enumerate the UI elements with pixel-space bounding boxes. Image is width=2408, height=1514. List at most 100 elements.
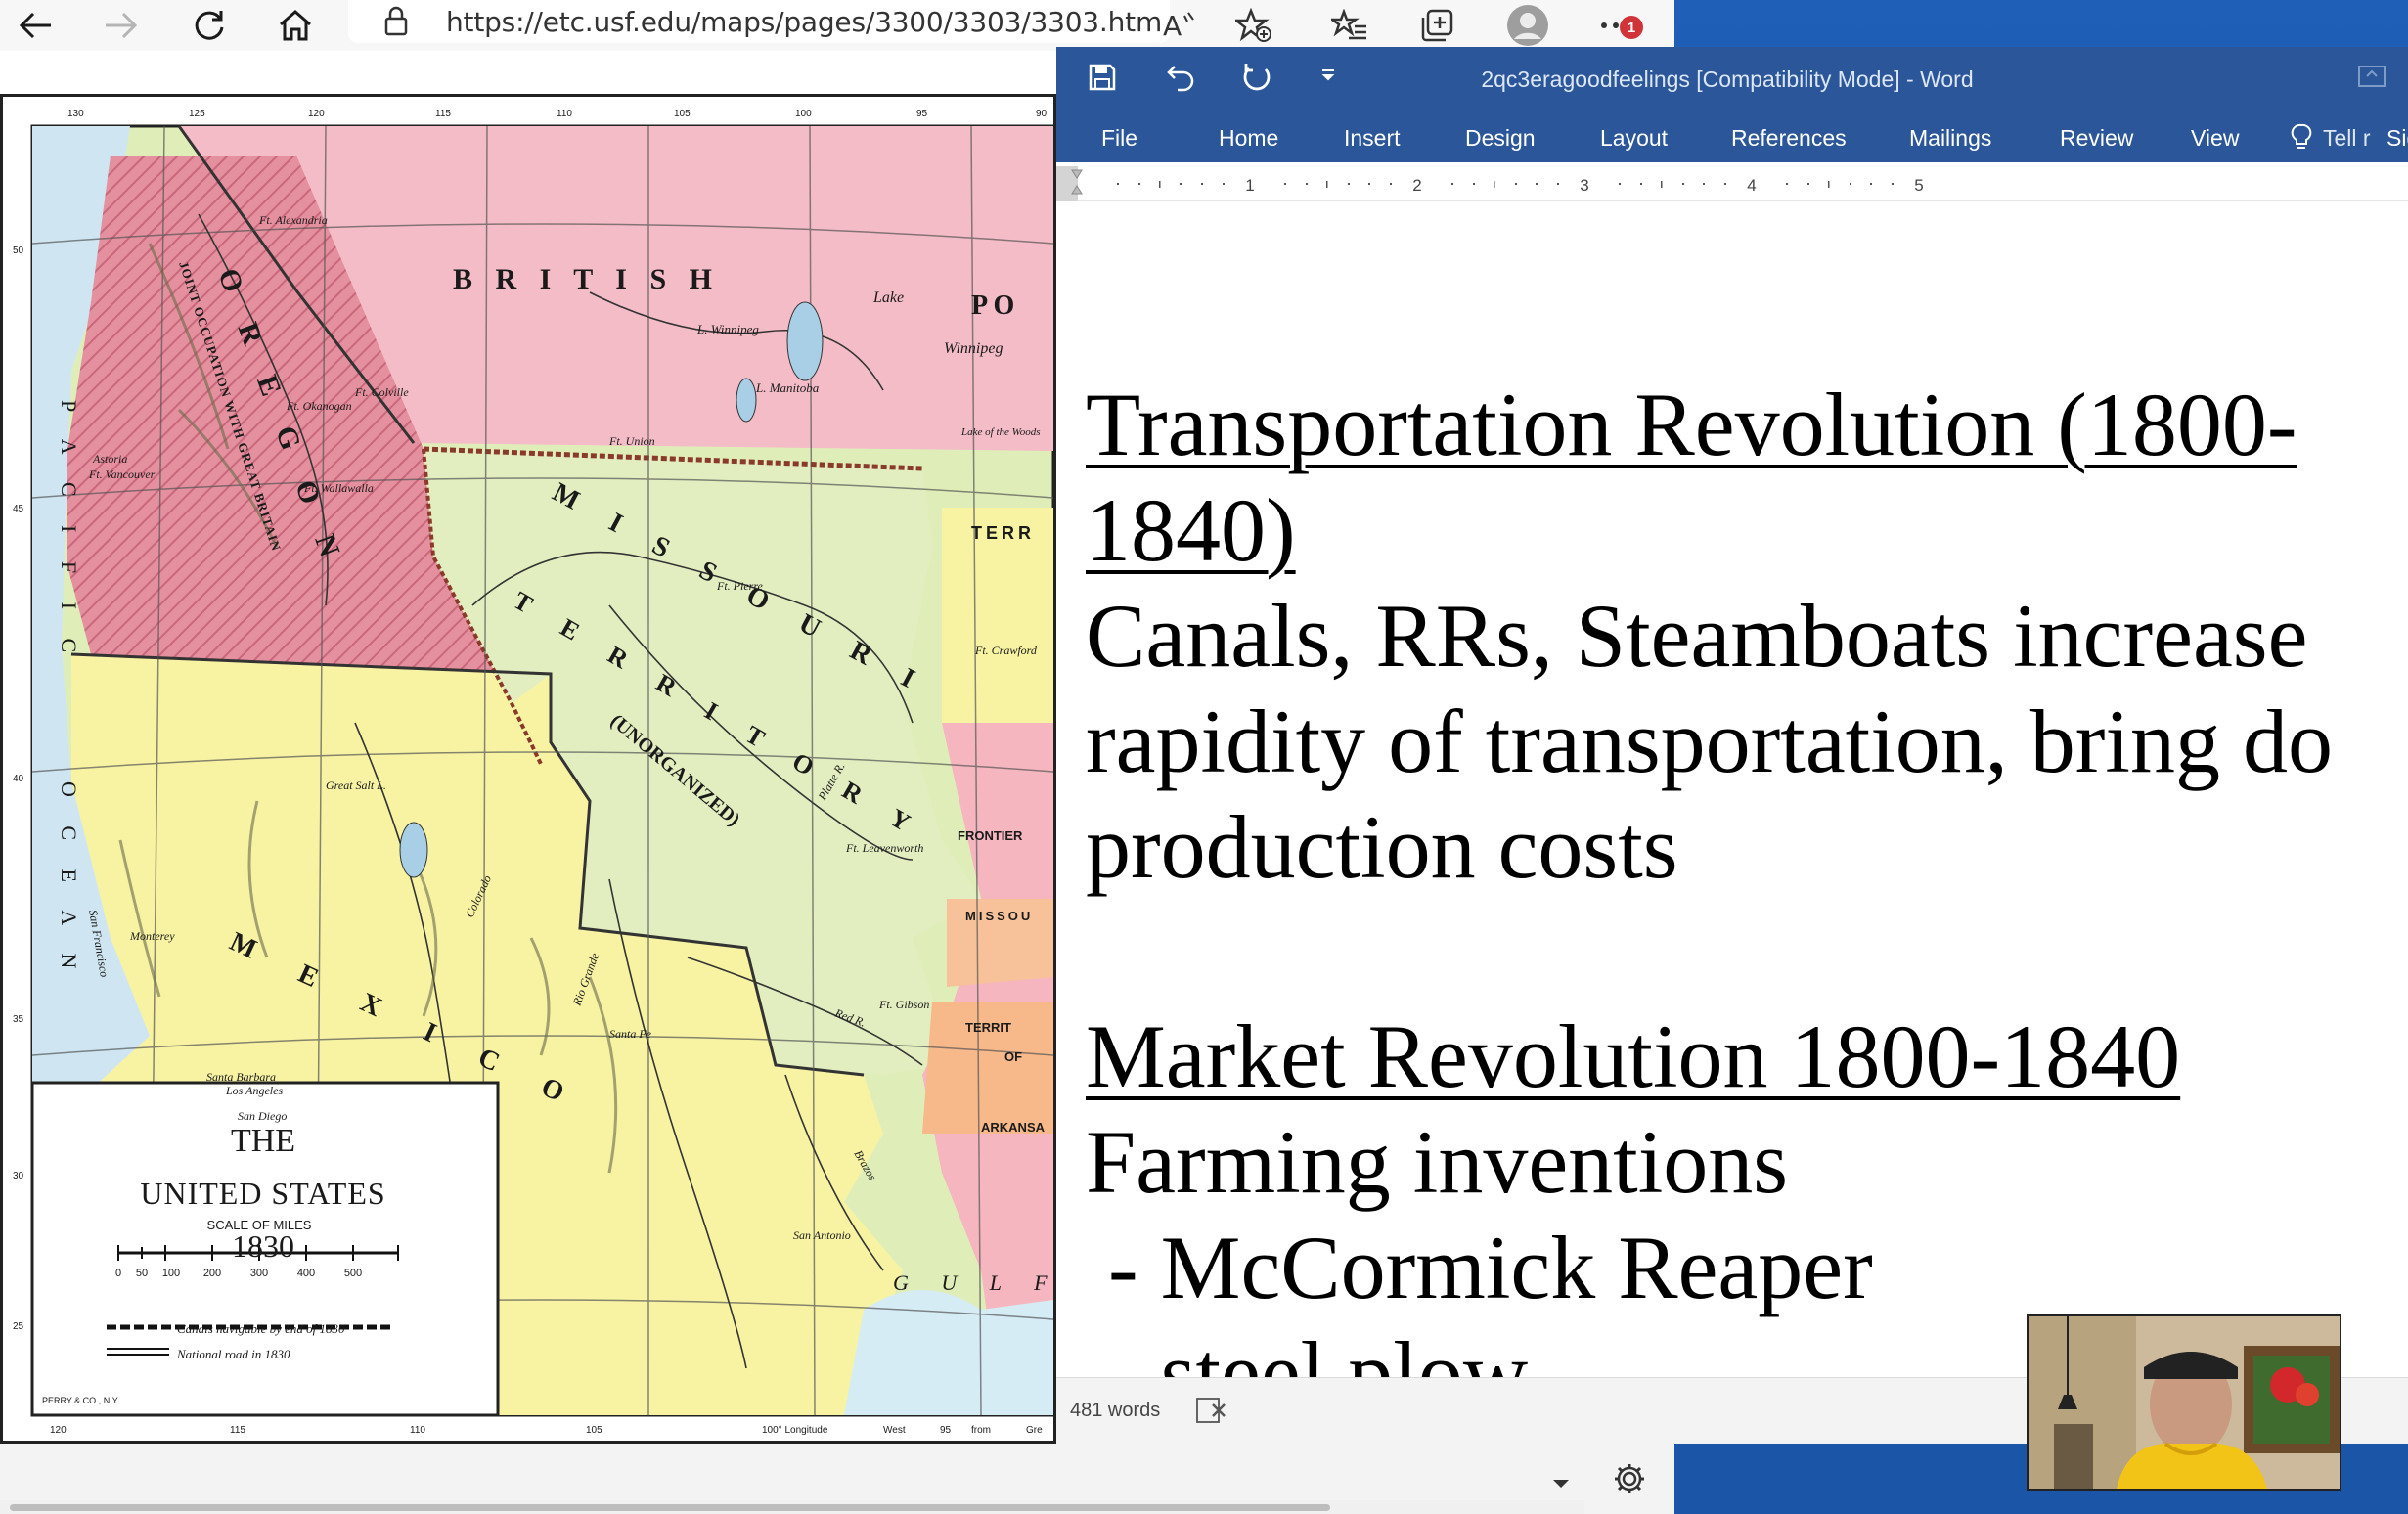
list-item-reaper[interactable]: - McCormick Reaper — [1086, 1223, 1873, 1313]
lon-tick: 95 — [916, 109, 928, 119]
home-icon[interactable] — [268, 4, 323, 47]
tab-review[interactable]: Review — [2060, 125, 2133, 152]
scrollbar-thumb[interactable] — [10, 1504, 1330, 1511]
word-window: 2qc3eragoodfeelings [Compatibility Mode]… — [1056, 47, 2408, 1444]
scale-tick: 100 — [162, 1268, 180, 1279]
lat-tick: 30 — [13, 1171, 24, 1181]
lon-tick-bottom: 100° Longitude — [762, 1425, 828, 1436]
tell-me-search[interactable]: Tell r — [2323, 125, 2371, 152]
document-body[interactable]: Transportation Revolution (1800- 1840) C… — [1056, 201, 2408, 1424]
label-ft-okanogan: Ft. Okanogan — [286, 399, 352, 413]
svg-text:A: A — [1163, 10, 1182, 41]
lon-tick-bottom: Gre — [1026, 1425, 1043, 1436]
address-bar[interactable]: https://etc.usf.edu/maps/pages/3300/3303… — [348, 0, 1170, 43]
label-ocean: O C E A N — [57, 781, 81, 980]
webcam-video-overlay — [2027, 1314, 2341, 1491]
lon-tick-bottom: 105 — [586, 1425, 602, 1436]
label-monterey: Monterey — [129, 929, 175, 943]
lon-tick-bottom: 120 — [50, 1425, 67, 1436]
ruler-number: 5 — [1914, 176, 1923, 195]
lightbulb-icon[interactable] — [2291, 123, 2312, 157]
label-santa-fe: Santa Fe — [609, 1027, 652, 1041]
undo-icon[interactable] — [1166, 63, 1197, 97]
add-favorite-icon[interactable] — [1226, 4, 1281, 47]
tab-file[interactable]: File — [1101, 125, 1137, 152]
lon-tick: 115 — [435, 109, 451, 119]
ruler-number: 3 — [1580, 176, 1588, 195]
heading-market-revolution[interactable]: Market Revolution 1800-1840 — [1086, 1011, 2180, 1101]
label-territ: TERRIT — [965, 1020, 1011, 1035]
publisher-credit: PERRY & CO., N.Y. — [42, 1396, 119, 1405]
label-terr: TERR — [971, 523, 1035, 543]
historical-map-image: THE UNITED STATES 1830 SCALE OF MILES 0 … — [0, 94, 1056, 1444]
paragraph-farming-inventions[interactable]: Farming inventions — [1086, 1117, 1788, 1207]
tab-view[interactable]: View — [2191, 125, 2239, 152]
heading-transportation-line1[interactable]: Transportation Revolution (1800- — [1086, 379, 2297, 469]
lon-tick: 125 — [189, 109, 205, 119]
forward-icon[interactable] — [94, 4, 149, 47]
heading-transportation-line2[interactable]: 1840) — [1086, 485, 1296, 575]
back-icon[interactable] — [8, 4, 63, 47]
ribbon-display-icon[interactable] — [2357, 65, 2386, 93]
horizontal-ruler[interactable]: 1 2 3 4 5 — [1056, 166, 2408, 201]
lon-tick-bottom: 110 — [410, 1425, 425, 1436]
label-santa-barbara: Santa Barbara — [206, 1070, 276, 1084]
lon-tick-bottom: from — [971, 1425, 991, 1436]
gear-icon[interactable] — [1584, 1444, 1674, 1514]
browser-toolbar: https://etc.usf.edu/maps/pages/3300/3303… — [0, 0, 1674, 51]
chevron-down-icon[interactable] — [1549, 1475, 1577, 1498]
ruler-number: 4 — [1747, 176, 1756, 195]
profile-avatar-icon[interactable] — [1500, 4, 1555, 47]
tab-references[interactable]: References — [1731, 125, 1847, 152]
tab-design[interactable]: Design — [1465, 125, 1536, 152]
scale-tick: 500 — [344, 1268, 362, 1279]
label-ft-crawford: Ft. Crawford — [974, 644, 1038, 657]
scale-tick: 300 — [250, 1268, 268, 1279]
lon-tick-bottom: 115 — [230, 1425, 245, 1436]
refresh-icon[interactable] — [182, 4, 237, 47]
label-winnipeg: Winnipeg — [944, 340, 1003, 357]
paragraph-transportation-line1[interactable]: Canals, RRs, Steamboats increase — [1086, 591, 2307, 681]
lon-tick: 100 — [795, 109, 812, 119]
lat-tick: 45 — [13, 504, 24, 514]
label-ft-leavenworth: Ft. Leavenworth — [845, 841, 923, 855]
label-po: P O — [971, 290, 1014, 321]
label-los-angeles: Los Angeles — [225, 1084, 283, 1097]
read-aloud-icon[interactable]: A — [1154, 4, 1209, 47]
favorites-icon[interactable] — [1322, 4, 1377, 47]
tab-home[interactable]: Home — [1219, 125, 1278, 152]
url-text[interactable]: https://etc.usf.edu/maps/pages/3300/3303… — [446, 6, 1162, 38]
label-san-diego: San Diego — [238, 1109, 287, 1123]
scale-tick: 0 — [115, 1268, 121, 1279]
tab-insert[interactable]: Insert — [1344, 125, 1401, 152]
tab-layout[interactable]: Layout — [1600, 125, 1668, 152]
map-title-year: 1830 — [232, 1228, 294, 1264]
label-san-antonio: San Antonio — [793, 1228, 851, 1242]
lock-icon[interactable] — [383, 6, 409, 42]
label-pacific: P A C I F I C — [57, 400, 81, 664]
label-lake-manitoba: L. Manitoba — [755, 380, 820, 395]
lon-tick: 110 — [557, 109, 572, 119]
label-lake: Lake — [872, 289, 904, 306]
paragraph-transportation-line2[interactable]: rapidity of transportation, bring do — [1086, 696, 2333, 786]
word-count[interactable]: 481 words — [1070, 1400, 1160, 1422]
legend-canals: Canals navigable by end of 1830 — [177, 1321, 345, 1336]
save-icon[interactable] — [1088, 63, 1117, 97]
label-ft-union: Ft. Union — [608, 434, 655, 448]
label-missou: MISSOU — [965, 909, 1033, 923]
redo-icon[interactable] — [1240, 61, 1273, 99]
label-gulf: G U L F — [893, 1270, 1053, 1295]
proofing-icon[interactable] — [1195, 1396, 1228, 1430]
collections-icon[interactable] — [1410, 4, 1465, 47]
label-ft-walla-walla: Ft. Wallawalla — [303, 481, 374, 495]
sign-in-link[interactable]: Sig — [2386, 125, 2408, 152]
label-ft-gibson: Ft. Gibson — [878, 998, 929, 1011]
paragraph-transportation-line3[interactable]: production costs — [1086, 802, 1678, 892]
label-great-salt-lake: Great Salt L. — [326, 779, 386, 792]
label-arkansa: ARKANSA — [981, 1120, 1046, 1135]
legend-road: National road in 1830 — [176, 1347, 290, 1361]
label-ft-colville: Ft. Colville — [354, 385, 409, 399]
lon-tick: 90 — [1036, 109, 1048, 119]
label-lake-winnipegosis: L. Winnipeg — [696, 322, 759, 336]
tab-mailings[interactable]: Mailings — [1909, 125, 1991, 152]
